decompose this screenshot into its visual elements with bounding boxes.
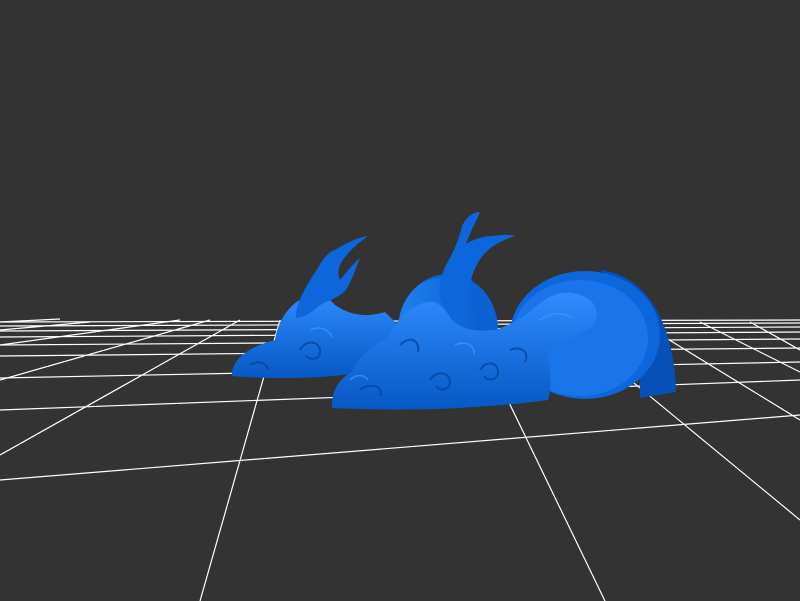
grid-line bbox=[749, 321, 800, 351]
3d-viewport[interactable] bbox=[0, 0, 800, 601]
grid-line bbox=[699, 321, 800, 373]
grid-line bbox=[0, 319, 211, 381]
sculpted-figure[interactable] bbox=[232, 212, 597, 410]
grid-line bbox=[0, 319, 181, 346]
grid-line bbox=[0, 414, 800, 481]
scene-canvas[interactable] bbox=[0, 0, 800, 601]
